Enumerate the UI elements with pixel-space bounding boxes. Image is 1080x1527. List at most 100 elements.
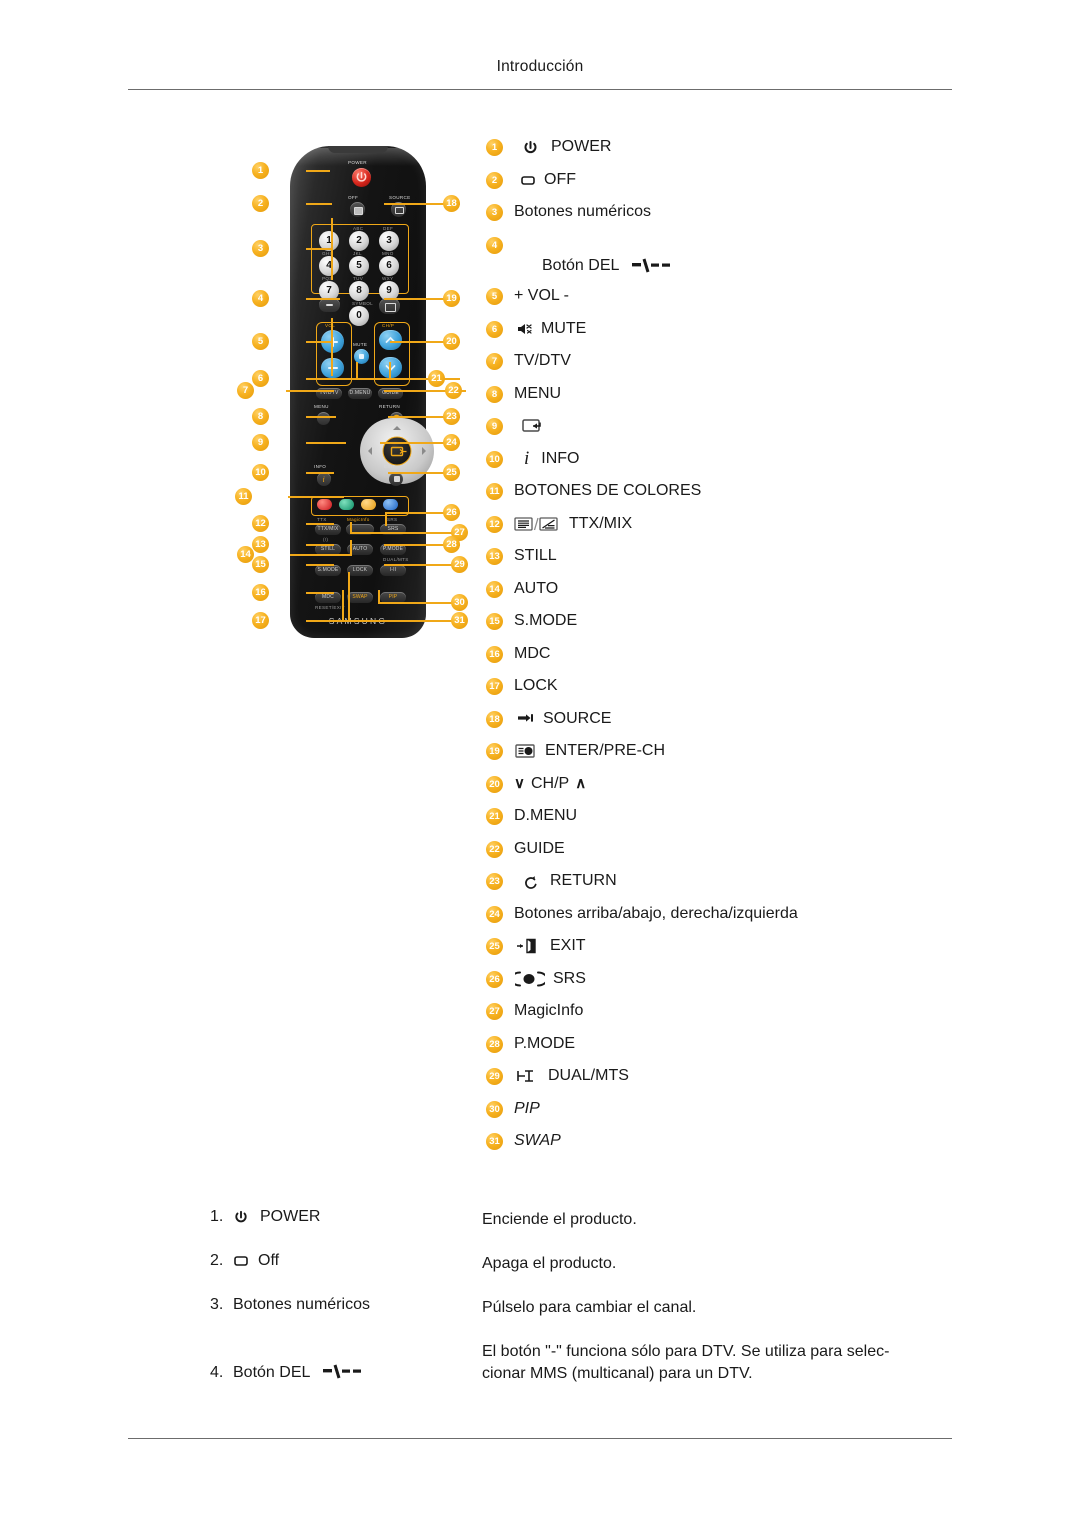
power-icon — [522, 139, 539, 156]
enter-prech-icon — [515, 743, 536, 759]
legend-label: INFO — [541, 449, 580, 467]
legend-num: 8 — [486, 385, 503, 403]
legend-item-16: 16 MDC — [486, 643, 956, 670]
legend-item-3: 3 Botones numéricos — [486, 201, 956, 228]
legend-item-8: 8 MENU — [486, 383, 956, 410]
leader-16 — [306, 592, 334, 594]
legend-num: 19 — [486, 743, 503, 760]
description-definition: El botón "-" funciona sólo para DTV. Se … — [482, 1340, 950, 1385]
leader-10 — [306, 472, 334, 474]
remote-color-green-button[interactable] — [339, 499, 354, 510]
dpad-right-arrow-icon[interactable] — [422, 447, 430, 455]
legend-item-26: 26 SRS — [486, 968, 956, 995]
remote-control-figure: POWER OFF SOURCE 1 ABC 2 DEF 3 GHI 4 JKL… — [235, 140, 476, 640]
remote-power-button[interactable] — [352, 168, 371, 187]
remote-key-8[interactable]: 8 — [349, 281, 369, 301]
legend-label: MagicInfo — [514, 1002, 584, 1019]
legend-num: 26 — [486, 970, 503, 988]
off-icon — [233, 1254, 249, 1268]
remote-ttxmix-button[interactable]: TTX/MIX — [315, 524, 341, 535]
callout-1: 1 — [252, 162, 269, 179]
leader-31-v — [342, 590, 344, 622]
remote-key-2[interactable]: 2 — [349, 231, 369, 251]
legend-label: TTX/MIX — [569, 514, 633, 532]
remote-del-button[interactable] — [319, 298, 340, 312]
legend-num: 28 — [486, 1035, 503, 1053]
remote-ch-up-button[interactable] — [379, 330, 402, 350]
legend-num: 7 — [486, 353, 503, 370]
remote-smode-button[interactable]: S.MODE — [315, 565, 341, 576]
remote-ttx-icon-label: TTX — [317, 517, 327, 522]
legend-label: S.MODE — [514, 612, 578, 629]
remote-return-label: RETURN — [379, 404, 400, 409]
remote-mdc-button[interactable]: MDC — [315, 592, 341, 603]
remote-key-6[interactable]: 6 — [379, 256, 399, 276]
remote-key-0[interactable]: 0 — [349, 306, 369, 326]
callout-25: 25 — [443, 464, 460, 481]
legend-item-31: 31 SWAP — [486, 1130, 956, 1157]
ttx-mix-icon — [514, 515, 560, 533]
callout-24: 24 — [443, 434, 460, 451]
leader-27-v — [350, 522, 352, 534]
legend-num: 30 — [486, 1100, 503, 1118]
remote-exit-button[interactable] — [389, 472, 403, 486]
remote-color-yellow-button[interactable] — [361, 499, 376, 510]
remote-off-button[interactable] — [350, 202, 365, 217]
off-icon — [520, 173, 536, 187]
page-header: Introducción — [128, 58, 952, 76]
legend-num: 5 — [486, 288, 503, 305]
source-icon — [516, 712, 535, 726]
legend-label: Botones numéricos — [514, 203, 651, 220]
remote-exit-label: EXIT — [384, 464, 396, 469]
legend-item-18: 18 SOURCE — [486, 708, 956, 735]
dpad-left-arrow-icon[interactable] — [364, 447, 372, 455]
legend-item-9: 9 — [486, 415, 956, 442]
callout-20: 20 — [443, 333, 460, 350]
remote-key-5[interactable]: 5 — [349, 256, 369, 276]
legend-label: TV/DTV — [514, 352, 571, 369]
callout-17: 17 — [252, 612, 269, 629]
description-term-label: Botón DEL — [233, 1364, 311, 1382]
legend-num: 9 — [486, 418, 503, 435]
leader-15 — [306, 564, 334, 566]
legend-num: 31 — [486, 1133, 503, 1150]
remote-dualmts-button[interactable]: I-II — [380, 565, 406, 576]
legend-item-22: 22 GUIDE — [486, 838, 956, 865]
legend-num: 13 — [486, 548, 503, 565]
srs-icon — [510, 970, 548, 988]
remote-color-blue-button[interactable] — [383, 499, 398, 510]
remote-key-4[interactable]: 4 — [319, 256, 339, 276]
remote-swap-button[interactable]: SWAP — [347, 592, 373, 603]
remote-color-red-button[interactable] — [317, 499, 332, 510]
remote-lock-button[interactable]: LOCK — [347, 565, 373, 576]
leader-1 — [306, 170, 330, 172]
legend-label: EXIT — [550, 937, 586, 954]
legend-num: 23 — [486, 873, 503, 890]
description-index: 1. — [210, 1208, 224, 1225]
leader-4 — [306, 298, 340, 300]
remote-enter-prech-button[interactable] — [379, 298, 400, 314]
leader-21-v — [356, 362, 358, 380]
remote-key-3[interactable]: 3 — [379, 231, 399, 251]
description-term-label: Off — [258, 1252, 280, 1270]
callout-11: 11 — [235, 488, 252, 505]
remote-info-button[interactable]: i — [317, 472, 331, 486]
leader-3 — [306, 248, 332, 250]
legend-item-5: 5 + VOL - — [486, 285, 956, 312]
remote-dmenu-button[interactable]: D.MENU — [348, 388, 372, 399]
legend-label: POWER — [551, 138, 612, 155]
remote-still-sub-label: (!) — [323, 537, 329, 542]
dpad-up-arrow-icon[interactable] — [393, 422, 401, 430]
description-definition-line1: El botón "-" funciona sólo para DTV. Se … — [482, 1343, 890, 1361]
legend-num: 1 — [486, 139, 503, 156]
leader-17-v — [348, 572, 350, 622]
remote-enter-button[interactable] — [382, 436, 412, 466]
callout-28: 28 — [443, 536, 460, 553]
legend-num: 17 — [486, 678, 503, 695]
remote-pmode-button[interactable]: P.MODE — [380, 544, 406, 555]
remote-mdc-sub-label: RESET/EXIT — [315, 605, 345, 610]
remote-menu-button[interactable] — [317, 412, 330, 425]
legend-list: 1 POWER 2 OFF 3 Botones numéricos 4 Botó… — [486, 136, 956, 1163]
callout-8: 8 — [252, 408, 269, 425]
description-definition-line2: cionar MMS (multicanal) para un DTV. — [482, 1365, 753, 1383]
